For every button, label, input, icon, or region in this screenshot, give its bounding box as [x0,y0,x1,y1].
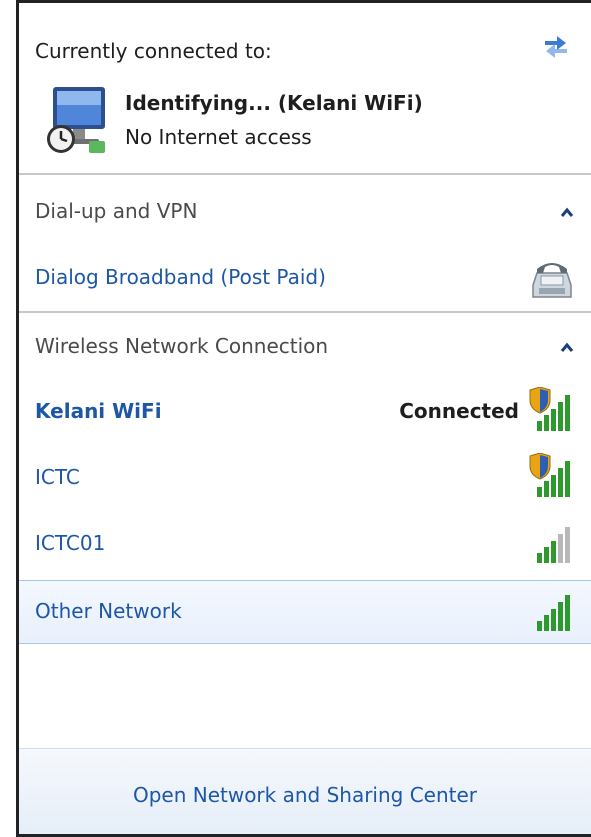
divider [19,311,591,313]
current-network-status: No Internet access [125,125,312,149]
chevron-up-icon[interactable] [559,205,575,221]
phone-modem-icon[interactable] [527,253,577,303]
chevron-up-icon[interactable] [559,340,575,356]
wifi-network-name: Kelani WiFi [35,399,162,423]
signal-strength-icon [537,595,570,631]
wifi-network-ictc[interactable]: ICTC [19,449,591,509]
network-flyout: Currently connected to: Identifying... (… [16,0,591,837]
section-wireless-title[interactable]: Wireless Network Connection [35,334,328,358]
signal-strength-icon [537,527,570,563]
dialup-item-dialog-broadband[interactable]: Dialog Broadband (Post Paid) [35,265,326,289]
divider [19,173,591,175]
current-network-name: Identifying... (Kelani WiFi) [125,91,423,115]
connection-header: Currently connected to: Identifying... (… [19,3,591,173]
network-monitor-clock-icon [47,87,105,153]
wifi-network-name: ICTC [35,465,80,489]
wifi-network-kelani[interactable]: Kelani WiFi Connected [19,383,591,443]
currently-connected-label: Currently connected to: [35,39,272,63]
wifi-network-name: Other Network [35,599,182,623]
wifi-network-other[interactable]: Other Network [19,580,591,644]
open-network-sharing-center-link[interactable]: Open Network and Sharing Center [19,783,591,807]
secured-signal-icon [529,453,570,497]
refresh-icon[interactable] [539,27,573,61]
secured-signal-icon [529,387,570,431]
flyout-footer: Open Network and Sharing Center [19,748,591,834]
wifi-network-name: ICTC01 [35,531,106,555]
wifi-network-ictc01[interactable]: ICTC01 [19,515,591,575]
section-dialup-title[interactable]: Dial-up and VPN [35,199,197,223]
wifi-connected-status: Connected [399,399,519,423]
